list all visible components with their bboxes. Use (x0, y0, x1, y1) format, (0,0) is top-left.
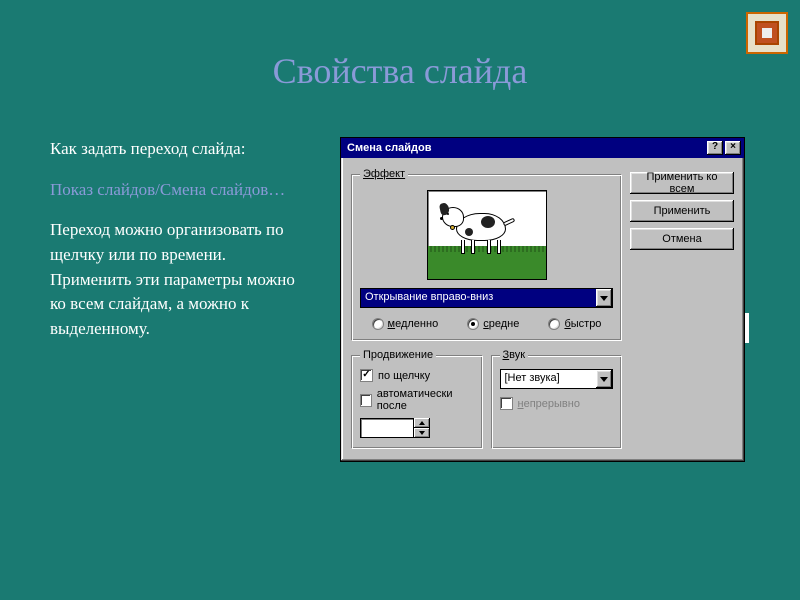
time-field[interactable] (360, 418, 414, 438)
effect-group: Эффект (351, 168, 622, 341)
help-button[interactable]: ? (707, 141, 723, 155)
intro-heading: Как задать переход слайда: (50, 137, 310, 162)
sound-legend: Звук (500, 349, 529, 361)
sound-selected: [Нет звука] (501, 370, 597, 388)
slide-transition-dialog: Смена слайдов ? × Эффект (340, 137, 745, 462)
corner-ornament (746, 12, 788, 54)
radio-icon (372, 318, 384, 330)
checkbox-icon (360, 394, 372, 407)
intro-desc: Переход можно организовать по щелчку или… (50, 218, 310, 341)
text-cursor (745, 313, 749, 343)
dropdown-arrow-icon[interactable] (596, 370, 612, 388)
cancel-button[interactable]: Отмена (630, 228, 734, 250)
radio-icon (467, 318, 479, 330)
effect-combo[interactable]: Открывание вправо-вниз (360, 288, 613, 308)
apply-all-button[interactable]: Применить ко всем (630, 172, 734, 194)
apply-button[interactable]: Применить (630, 200, 734, 222)
speed-slow-option[interactable]: медленно (372, 318, 439, 330)
advance-time-input[interactable] (360, 418, 430, 438)
advance-onclick-option[interactable]: по щелчку (360, 369, 474, 382)
sound-combo[interactable]: [Нет звука] (500, 369, 614, 389)
effect-preview[interactable] (427, 190, 547, 280)
speed-medium-option[interactable]: средне (467, 318, 519, 330)
advance-auto-option[interactable]: автоматически после (360, 388, 474, 412)
spin-down-icon[interactable] (414, 428, 430, 438)
dialog-title: Смена слайдов (347, 142, 705, 154)
menu-path: Показ слайдов/Смена слайдов… (50, 178, 310, 203)
effect-legend: Эффект (360, 168, 408, 180)
checkbox-icon (500, 397, 513, 410)
advance-legend: Продвижение (360, 349, 436, 361)
spin-up-icon[interactable] (414, 418, 430, 428)
dialog-titlebar[interactable]: Смена слайдов ? × (341, 138, 744, 158)
dropdown-arrow-icon[interactable] (596, 289, 612, 307)
page-title: Свойства слайда (0, 0, 800, 92)
sound-loop-option: непрерывно (500, 397, 614, 410)
close-button[interactable]: × (725, 141, 741, 155)
checkbox-icon (360, 369, 373, 382)
effect-selected: Открывание вправо-вниз (361, 289, 596, 307)
explanation-text: Как задать переход слайда: Показ слайдов… (50, 137, 310, 462)
advance-group: Продвижение по щелчку автоматически посл… (351, 349, 483, 449)
radio-icon (548, 318, 560, 330)
speed-fast-option[interactable]: быстро (548, 318, 601, 330)
sound-group: Звук [Нет звука] непрерывно (491, 349, 623, 449)
